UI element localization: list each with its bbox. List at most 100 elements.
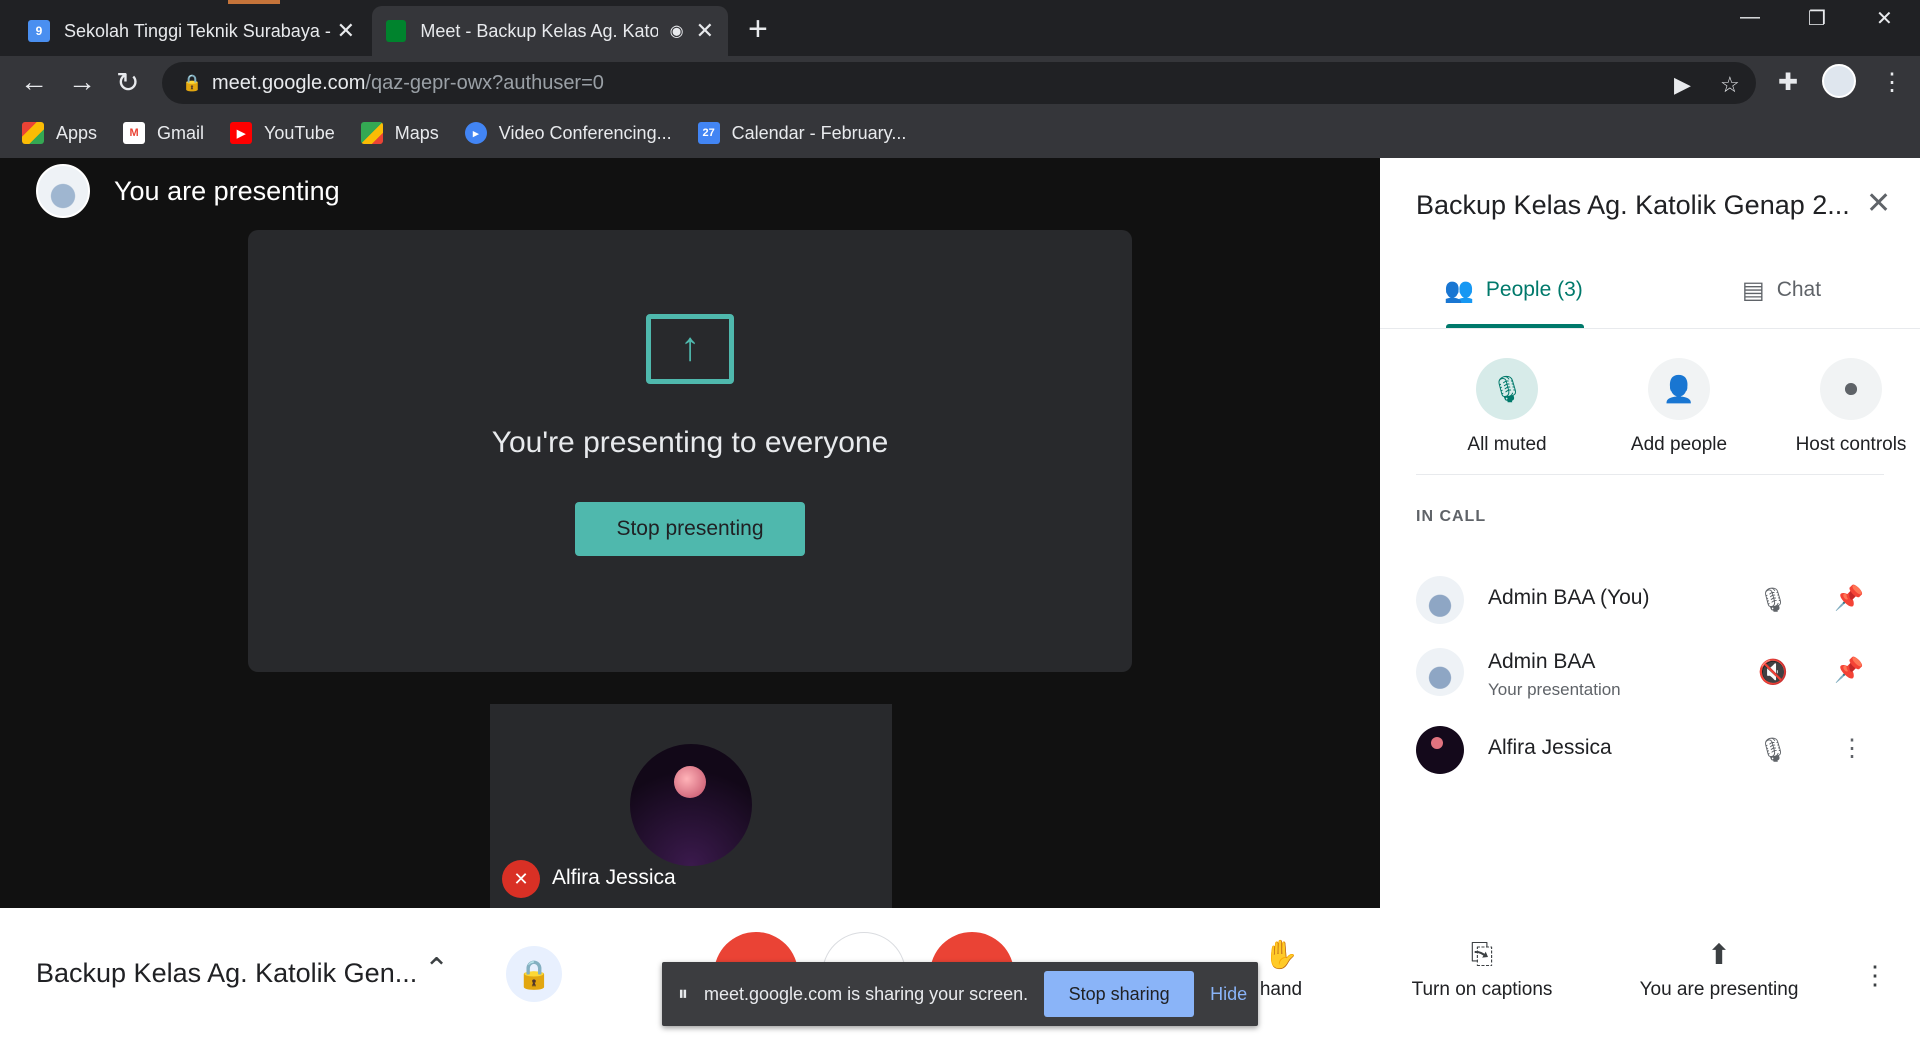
action-label: You are presenting: [1639, 979, 1799, 1000]
person-add-icon: 👤: [1648, 358, 1710, 420]
avatar: [1416, 726, 1464, 774]
meeting-title[interactable]: Backup Kelas Ag. Katolik Gen...: [36, 958, 417, 989]
bookmark-youtube[interactable]: ▶ YouTube: [230, 122, 335, 144]
upload-arrow-icon: ↑: [680, 325, 700, 369]
volume-off-icon[interactable]: 🔇: [1758, 658, 1788, 687]
tab-label: Chat: [1776, 278, 1822, 301]
bookmark-gmail[interactable]: M Gmail: [123, 122, 204, 144]
close-panel-icon[interactable]: ✕: [1866, 186, 1891, 221]
participant-row[interactable]: Alfira Jessica 🎙 ⋮: [1380, 714, 1920, 784]
browser-menu-icon[interactable]: ⋮: [1880, 68, 1904, 97]
pin-icon[interactable]: 📌: [1834, 584, 1864, 613]
more-options-icon[interactable]: ⋮: [1862, 960, 1888, 991]
lock-icon[interactable]: 🔒: [182, 73, 202, 93]
url-text[interactable]: meet.google.com/qaz-gepr-owx?authuser=0: [212, 72, 604, 95]
recording-indicator-icon: ◉: [669, 23, 684, 40]
meet-favicon-icon: [386, 20, 407, 42]
calendar-icon: 27: [697, 122, 720, 144]
tab-title: Sekolah Tinggi Teknik Surabaya -: [64, 20, 331, 41]
bookmark-star-icon[interactable]: ☆: [1720, 72, 1740, 98]
bookmark-label: Maps: [394, 122, 439, 143]
tab-accent-bar: [228, 0, 280, 4]
forward-icon[interactable]: →: [68, 66, 96, 98]
hide-notification-button[interactable]: Hide: [1210, 984, 1247, 1005]
action-label: Turn on captions: [1411, 979, 1553, 1000]
more-options-icon[interactable]: ⋮: [1840, 734, 1864, 763]
gmail-icon: M: [123, 122, 146, 144]
close-tab-icon[interactable]: ✕: [337, 18, 355, 44]
bookmark-label: YouTube: [264, 122, 335, 143]
participant-row[interactable]: Admin BAA (You) 🎙 📌: [1380, 564, 1920, 634]
in-call-section-label: IN CALL: [1416, 508, 1487, 525]
bookmark-label: Apps: [56, 122, 98, 143]
bookmark-label: Gmail: [157, 122, 205, 143]
mic-off-icon: ✕: [502, 860, 540, 898]
divider: [1380, 328, 1920, 329]
participant-name: Admin BAA: [1488, 650, 1596, 673]
tab-people[interactable]: 👥 People (3): [1444, 274, 1583, 306]
toggle-icon: ⏺: [1820, 358, 1882, 420]
participant-subtitle: Your presentation: [1488, 680, 1621, 699]
browser-tab-sts[interactable]: 9 Sekolah Tinggi Teknik Surabaya - ✕: [14, 6, 369, 56]
divider: [1416, 474, 1884, 475]
moon-image: [674, 766, 706, 798]
participant-tile[interactable]: ✕ Alfira Jessica: [490, 704, 892, 908]
action-label: All muted: [1467, 434, 1547, 455]
people-icon: 👥: [1444, 276, 1474, 304]
mic-off-icon[interactable]: 🎙: [1758, 736, 1788, 765]
closed-captions-icon: ⎘: [1470, 938, 1494, 969]
meeting-stage: You are presenting ↑ You're presenting t…: [0, 158, 1380, 908]
bookmark-maps[interactable]: Maps: [360, 122, 439, 144]
restore-icon[interactable]: ❐: [1808, 6, 1826, 31]
host-controls-button[interactable]: ⏺ Host controls: [1776, 358, 1920, 456]
pause-icon: ⏸: [678, 982, 688, 1005]
browser-tab-bar: 9 Sekolah Tinggi Teknik Surabaya - ✕ Mee…: [0, 0, 1920, 56]
tab-title: Meet - Backup Kelas Ag. Katolik: [420, 20, 658, 41]
sts-favicon-icon: 9: [28, 20, 50, 42]
participant-name: Alfira Jessica: [552, 866, 676, 889]
minimize-icon[interactable]: —: [1740, 6, 1760, 29]
profile-avatar[interactable]: [1822, 64, 1856, 98]
video-icon: ▸: [464, 122, 487, 144]
security-shield-button[interactable]: 🔒: [506, 946, 562, 1002]
bookmark-video-conferencing[interactable]: ▸ Video Conferencing...: [464, 122, 672, 144]
participant-name: Alfira Jessica: [1488, 736, 1612, 759]
present-to-all-icon: ⬆: [1707, 939, 1731, 970]
bookmark-calendar[interactable]: 27 Calendar - February...: [697, 122, 907, 144]
back-icon[interactable]: ←: [20, 66, 48, 98]
stop-sharing-button[interactable]: Stop sharing: [1044, 971, 1195, 1017]
apps-grid-icon: [22, 122, 44, 144]
all-muted-button[interactable]: 🎙 All muted: [1432, 358, 1582, 456]
maps-icon: [360, 122, 383, 144]
camera-in-use-icon[interactable]: ▶: [1674, 72, 1691, 98]
bookmarks-bar: Apps M Gmail ▶ YouTube Maps ▸ Video Conf…: [0, 108, 1920, 158]
presenting-card: ↑ You're presenting to everyone Stop pre…: [248, 230, 1132, 672]
address-bar[interactable]: 🔒 meet.google.com/qaz-gepr-owx?authuser=…: [162, 62, 1756, 104]
action-label: Add people: [1630, 434, 1728, 455]
mic-off-icon[interactable]: 🎙: [1758, 586, 1788, 615]
new-tab-button[interactable]: +: [748, 10, 768, 49]
captions-button[interactable]: ⎘ Turn on captions: [1392, 938, 1572, 1001]
add-people-button[interactable]: 👤 Add people: [1604, 358, 1754, 456]
avatar: [1416, 576, 1464, 624]
presenting-message: You're presenting to everyone: [491, 426, 889, 459]
close-tab-icon[interactable]: ✕: [696, 18, 714, 44]
stop-presenting-button[interactable]: Stop presenting: [575, 502, 805, 556]
avatar: [36, 164, 90, 218]
chevron-up-icon[interactable]: ⌃: [424, 952, 449, 987]
window-close-icon[interactable]: ✕: [1876, 6, 1893, 31]
tab-label: People (3): [1485, 278, 1583, 301]
avatar: [1416, 648, 1464, 696]
browser-tab-meet[interactable]: Meet - Backup Kelas Ag. Katolik ◉ ✕: [372, 6, 728, 56]
bookmark-label: Calendar - February...: [731, 122, 907, 143]
reload-icon[interactable]: ↻: [116, 66, 139, 99]
bookmark-apps[interactable]: Apps: [22, 122, 97, 144]
browser-toolbar: ← → ↻ 🔒 meet.google.com/qaz-gepr-owx?aut…: [0, 56, 1920, 108]
extensions-icon[interactable]: ✚: [1778, 68, 1798, 97]
participant-row[interactable]: Admin BAA Your presentation 🔇 📌: [1380, 636, 1920, 706]
tab-chat[interactable]: ▤ Chat: [1742, 274, 1821, 306]
presenter-header: You are presenting: [36, 164, 340, 218]
present-now-button[interactable]: ⬆ You are presenting: [1624, 938, 1814, 1001]
pin-icon[interactable]: 📌: [1834, 656, 1864, 685]
bookmark-label: Video Conferencing...: [498, 122, 672, 143]
